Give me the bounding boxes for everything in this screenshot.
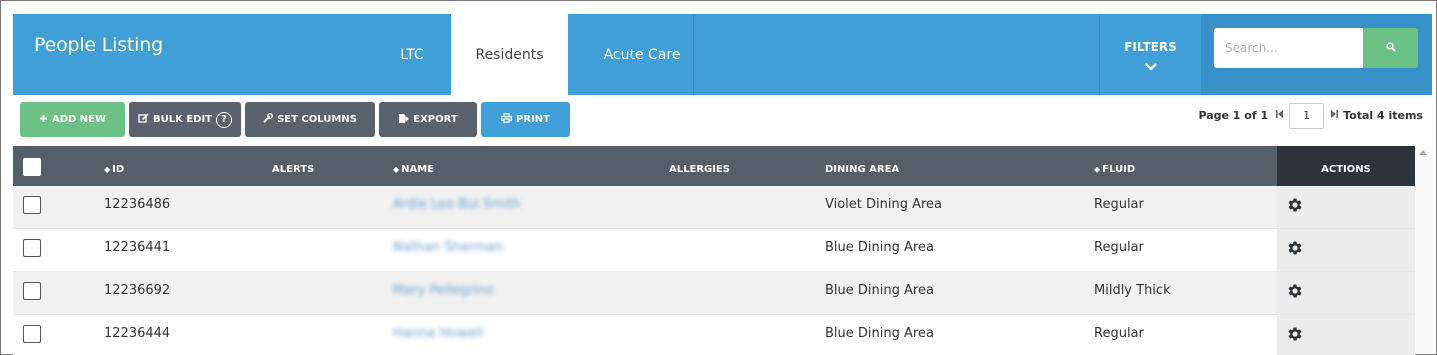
cell-dining-area: Blue Dining Area	[825, 283, 934, 298]
wrench-icon	[263, 113, 274, 126]
tab-acute-care[interactable]: Acute Care	[580, 14, 704, 95]
gear-icon[interactable]	[1286, 239, 1304, 262]
table-row: 12236441 Nathan Sherman Blue Dining Area…	[13, 229, 1415, 272]
bulk-edit-button[interactable]: BULK EDIT ?	[129, 102, 241, 137]
last-page-icon[interactable]	[1327, 109, 1341, 122]
page-title: People Listing	[34, 34, 163, 56]
help-icon[interactable]: ?	[216, 111, 233, 128]
export-icon	[398, 113, 410, 127]
search-area	[1201, 14, 1432, 95]
cell-fluid: Mildly Thick	[1094, 283, 1171, 298]
cell-id: 12236486	[104, 197, 171, 212]
sort-icon: ◆	[104, 165, 111, 174]
column-name-label: NAME	[401, 164, 435, 175]
bulk-edit-label: BULK EDIT	[152, 114, 213, 125]
row-checkbox[interactable]	[23, 282, 41, 300]
header-bar: People Listing LTC Residents Acute Care …	[13, 14, 1432, 95]
vertical-scrollbar[interactable]	[1415, 146, 1432, 354]
column-header-dining-area: DINING AREA	[825, 164, 900, 175]
filters-toggle[interactable]: FILTERS	[1099, 14, 1201, 95]
print-icon	[501, 113, 512, 126]
chevron-down-icon	[1100, 58, 1201, 76]
gear-icon[interactable]	[1286, 325, 1304, 348]
column-id-label: ID	[112, 164, 125, 175]
set-columns-button[interactable]: SET COLUMNS	[245, 102, 375, 137]
table-row: 12236692 Mary Pellegrino Blue Dining Are…	[13, 272, 1415, 315]
column-header-alerts: ALERTS	[272, 164, 315, 175]
table-row: 12236444 Hanna Howell Blue Dining Area R…	[13, 315, 1415, 355]
cell-dining-area: Blue Dining Area	[825, 240, 934, 255]
total-items: Total 4 items	[1343, 109, 1423, 122]
tab-divider	[693, 14, 694, 95]
search-button[interactable]	[1363, 28, 1418, 68]
first-page-icon[interactable]	[1272, 109, 1286, 122]
cell-actions	[1277, 186, 1415, 228]
tab-residents[interactable]: Residents	[451, 14, 568, 95]
cell-actions	[1277, 229, 1415, 271]
sort-icon: ◆	[1094, 165, 1101, 174]
sort-icon: ◆	[393, 165, 400, 174]
column-header-id[interactable]: ◆ ID	[104, 146, 124, 186]
row-checkbox[interactable]	[23, 196, 41, 214]
row-checkbox[interactable]	[23, 239, 41, 257]
cell-id: 12236444	[104, 326, 171, 341]
cell-name-link[interactable]: Hanna Howell	[393, 315, 483, 355]
cell-fluid: Regular	[1094, 197, 1144, 212]
set-columns-label: SET COLUMNS	[277, 114, 357, 125]
table-header: ◆ ID ALERTS ◆ NAME ALLERGIES DINING AREA ◆…	[13, 146, 1415, 186]
edit-icon	[138, 112, 149, 127]
cell-id: 12236692	[104, 283, 171, 298]
app-frame: People Listing LTC Residents Acute Care …	[0, 0, 1437, 355]
column-fluid-label: FLUID	[1102, 164, 1136, 175]
select-all-checkbox[interactable]	[23, 158, 41, 176]
cell-dining-area: Blue Dining Area	[825, 326, 934, 341]
cell-actions	[1277, 315, 1415, 355]
search-input[interactable]	[1214, 28, 1364, 68]
cell-name-link[interactable]: Ardie Lee Bui Smith	[393, 186, 521, 228]
page-number-input[interactable]	[1289, 102, 1325, 129]
cell-name-link[interactable]: Mary Pellegrino	[393, 272, 493, 314]
row-checkbox[interactable]	[23, 325, 41, 343]
cell-dining-area: Violet Dining Area	[825, 197, 943, 212]
cell-name-link[interactable]: Nathan Sherman	[393, 229, 503, 271]
tab-ltc[interactable]: LTC	[379, 14, 445, 95]
add-new-label: ADD NEW	[51, 114, 107, 125]
cell-id: 12236441	[104, 240, 171, 255]
print-button[interactable]: PRINT	[481, 102, 570, 137]
gear-icon[interactable]	[1286, 282, 1304, 305]
column-header-fluid[interactable]: ◆ FLUID	[1094, 146, 1135, 186]
scroll-up-arrow-icon[interactable]	[1419, 150, 1427, 155]
print-label: PRINT	[516, 114, 550, 125]
export-label: EXPORT	[413, 114, 458, 125]
search-icon	[1385, 39, 1396, 57]
add-new-button[interactable]: ADD NEW	[20, 102, 125, 137]
table-row: 12236486 Ardie Lee Bui Smith Violet Dini…	[13, 186, 1415, 229]
page-indicator: Page 1 of 1	[1198, 109, 1269, 122]
cell-fluid: Regular	[1094, 326, 1144, 341]
cell-actions	[1277, 272, 1415, 314]
export-button[interactable]: EXPORT	[379, 102, 477, 137]
column-header-name[interactable]: ◆ NAME	[393, 146, 434, 186]
plus-icon	[39, 114, 48, 126]
pagination: Page 1 of 1 Total 4 items	[1198, 102, 1423, 129]
column-header-allergies: ALLERGIES	[669, 164, 730, 175]
column-header-actions: ACTIONS	[1277, 146, 1415, 186]
cell-fluid: Regular	[1094, 240, 1144, 255]
gear-icon[interactable]	[1286, 196, 1304, 219]
filters-label: FILTERS	[1124, 40, 1177, 54]
